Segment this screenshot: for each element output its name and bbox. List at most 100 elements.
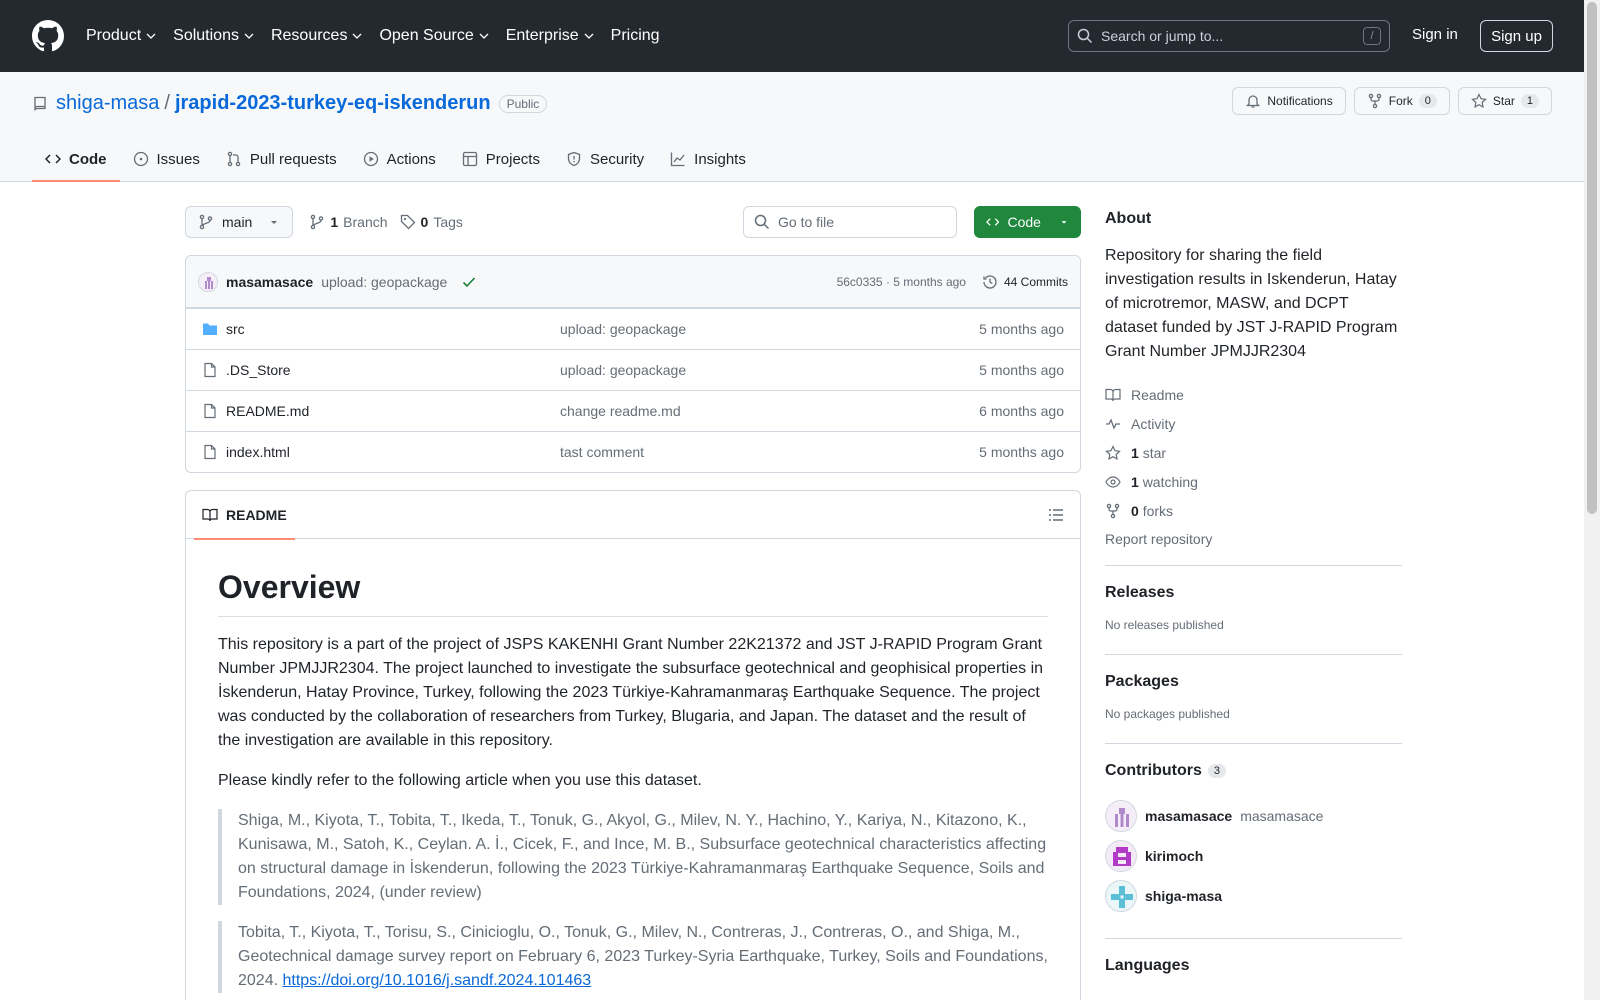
forks-link[interactable]: 0 forks <box>1105 496 1402 525</box>
star-icon <box>1471 93 1487 109</box>
tab-insights[interactable]: Insights <box>657 136 759 182</box>
report-repository-link[interactable]: Report repository <box>1105 531 1402 547</box>
pulse-icon <box>1106 417 1120 430</box>
file-commit-message[interactable]: upload: geopackage <box>560 362 686 378</box>
file-icon <box>204 362 216 378</box>
repo-owner-link[interactable]: shiga-masa <box>56 92 159 115</box>
table-row[interactable]: index.html tast comment 5 months ago <box>186 431 1080 472</box>
page-scrollbar[interactable] <box>1584 0 1600 1000</box>
file-icon <box>204 403 216 419</box>
readme-heading: Overview <box>218 569 1048 617</box>
issue-icon <box>133 151 148 167</box>
table-icon <box>462 151 477 167</box>
outline-list-icon[interactable] <box>1048 507 1064 523</box>
tab-projects[interactable]: Projects <box>449 136 553 182</box>
contributors-count: 3 <box>1207 764 1226 778</box>
contributors-section: Contributors 3 masamasace masamasace kir… <box>1105 743 1402 920</box>
search-icon <box>754 214 770 230</box>
github-logo-icon[interactable] <box>32 20 64 52</box>
notifications-button[interactable]: Notifications <box>1232 87 1346 115</box>
shield-icon <box>567 151 581 167</box>
search-placeholder: Search or jump to... <box>1101 28 1224 44</box>
table-row[interactable]: README.md change readme.md 6 months ago <box>186 390 1080 431</box>
languages-section: Languages <box>1105 938 1402 995</box>
nav-enterprise[interactable]: Enterprise <box>506 27 595 45</box>
commit-message[interactable]: upload: geopackage <box>321 274 447 290</box>
branches-link[interactable]: 1 Branch <box>309 214 388 230</box>
stars-link[interactable]: 1 star <box>1105 438 1402 467</box>
code-dropdown-button[interactable]: Code <box>974 206 1081 238</box>
readme-link[interactable]: Readme <box>1105 380 1402 409</box>
contributor-item[interactable]: kirimoch <box>1105 836 1402 876</box>
packages-section: Packages No packages published <box>1105 654 1402 725</box>
contributor-item[interactable]: masamasace masamasace <box>1105 796 1402 836</box>
commit-hash-time[interactable]: 56c0335 · 5 months ago <box>837 275 966 289</box>
tab-pull-requests[interactable]: Pull requests <box>213 136 350 182</box>
chevron-down-icon <box>479 33 489 39</box>
watchers-link[interactable]: 1 watching <box>1105 467 1402 496</box>
about-title: About <box>1105 210 1152 227</box>
tab-actions[interactable]: Actions <box>350 136 449 182</box>
file-age: 5 months ago <box>979 321 1064 337</box>
sign-up-button[interactable]: Sign up <box>1480 20 1553 52</box>
releases-title[interactable]: Releases <box>1105 584 1402 602</box>
packages-title[interactable]: Packages <box>1105 673 1402 691</box>
branch-select-button[interactable]: main <box>185 206 294 238</box>
nav-solutions[interactable]: Solutions <box>173 27 255 45</box>
repo-name-link[interactable]: jrapid-2023-turkey-eq-iskenderun <box>175 92 491 115</box>
check-icon[interactable] <box>461 274 477 290</box>
caret-down-icon <box>1061 221 1067 224</box>
contributor-name: masamasace <box>1240 808 1324 824</box>
file-icon <box>204 444 216 460</box>
search-shortcut-key: / <box>1363 27 1381 45</box>
nav-product[interactable]: Product <box>86 27 157 45</box>
fork-icon <box>1106 503 1120 518</box>
file-commit-message[interactable]: tast comment <box>560 444 644 460</box>
table-row[interactable]: .DS_Store upload: geopackage 5 months ag… <box>186 349 1080 390</box>
star-button[interactable]: Star 1 <box>1457 87 1552 115</box>
avatar[interactable] <box>198 271 218 292</box>
commits-history-link[interactable]: 44 Commits <box>982 274 1068 290</box>
book-icon <box>1105 388 1121 401</box>
file-commit-message[interactable]: change readme.md <box>560 403 681 419</box>
file-name[interactable]: src <box>226 321 245 337</box>
table-row[interactable]: src upload: geopackage 5 months ago <box>186 308 1080 349</box>
nav-pricing[interactable]: Pricing <box>611 27 660 45</box>
readme-paragraph: This repository is a part of the project… <box>218 636 1044 749</box>
chevron-down-icon <box>584 33 594 39</box>
tab-code[interactable]: Code <box>32 136 120 182</box>
contributor-item[interactable]: shiga-masa <box>1105 876 1402 916</box>
readme-tab[interactable]: README <box>194 491 295 540</box>
file-commit-message[interactable]: upload: geopackage <box>560 321 686 337</box>
caret-down-icon <box>271 221 278 224</box>
file-name[interactable]: .DS_Store <box>226 362 291 378</box>
sign-in-link[interactable]: Sign in <box>1412 26 1458 43</box>
nav-resources[interactable]: Resources <box>271 27 363 45</box>
nav-open-source[interactable]: Open Source <box>379 27 489 45</box>
readme-body: Overview This repository is a part of th… <box>186 539 1080 1000</box>
commit-author[interactable]: masamasace <box>226 274 313 290</box>
contributors-title[interactable]: Contributors 3 <box>1105 762 1402 780</box>
tab-issues[interactable]: Issues <box>120 136 213 182</box>
citation-quote: Tobita, T., Kiyota, T., Torisu, S., Cini… <box>218 921 1048 993</box>
code-icon <box>986 218 1000 226</box>
file-name[interactable]: index.html <box>226 444 290 460</box>
go-to-file-input[interactable]: Go to file <box>743 206 957 238</box>
global-search-input[interactable]: Search or jump to... / <box>1068 20 1390 52</box>
doi-link[interactable]: https://doi.org/10.1016/j.sandf.2024.101… <box>282 972 591 989</box>
main-content: main 1 Branch 0 Tags Go to file Code mas… <box>185 206 1081 1000</box>
file-age: 5 months ago <box>979 444 1064 460</box>
tags-link[interactable]: 0 Tags <box>400 214 463 230</box>
repo-icon <box>34 96 46 111</box>
tab-security[interactable]: Security <box>553 136 657 182</box>
chevron-down-icon <box>146 33 156 39</box>
history-icon <box>983 274 997 289</box>
file-name[interactable]: README.md <box>226 403 309 419</box>
tag-icon <box>400 214 415 230</box>
fork-button[interactable]: Fork 0 <box>1353 87 1450 115</box>
graph-icon <box>671 152 685 167</box>
repo-tabs: Code Issues Pull requests Actions Projec… <box>32 136 759 182</box>
activity-link[interactable]: Activity <box>1105 409 1402 438</box>
scrollbar-thumb[interactable] <box>1587 2 1597 514</box>
eye-icon <box>1105 475 1121 488</box>
